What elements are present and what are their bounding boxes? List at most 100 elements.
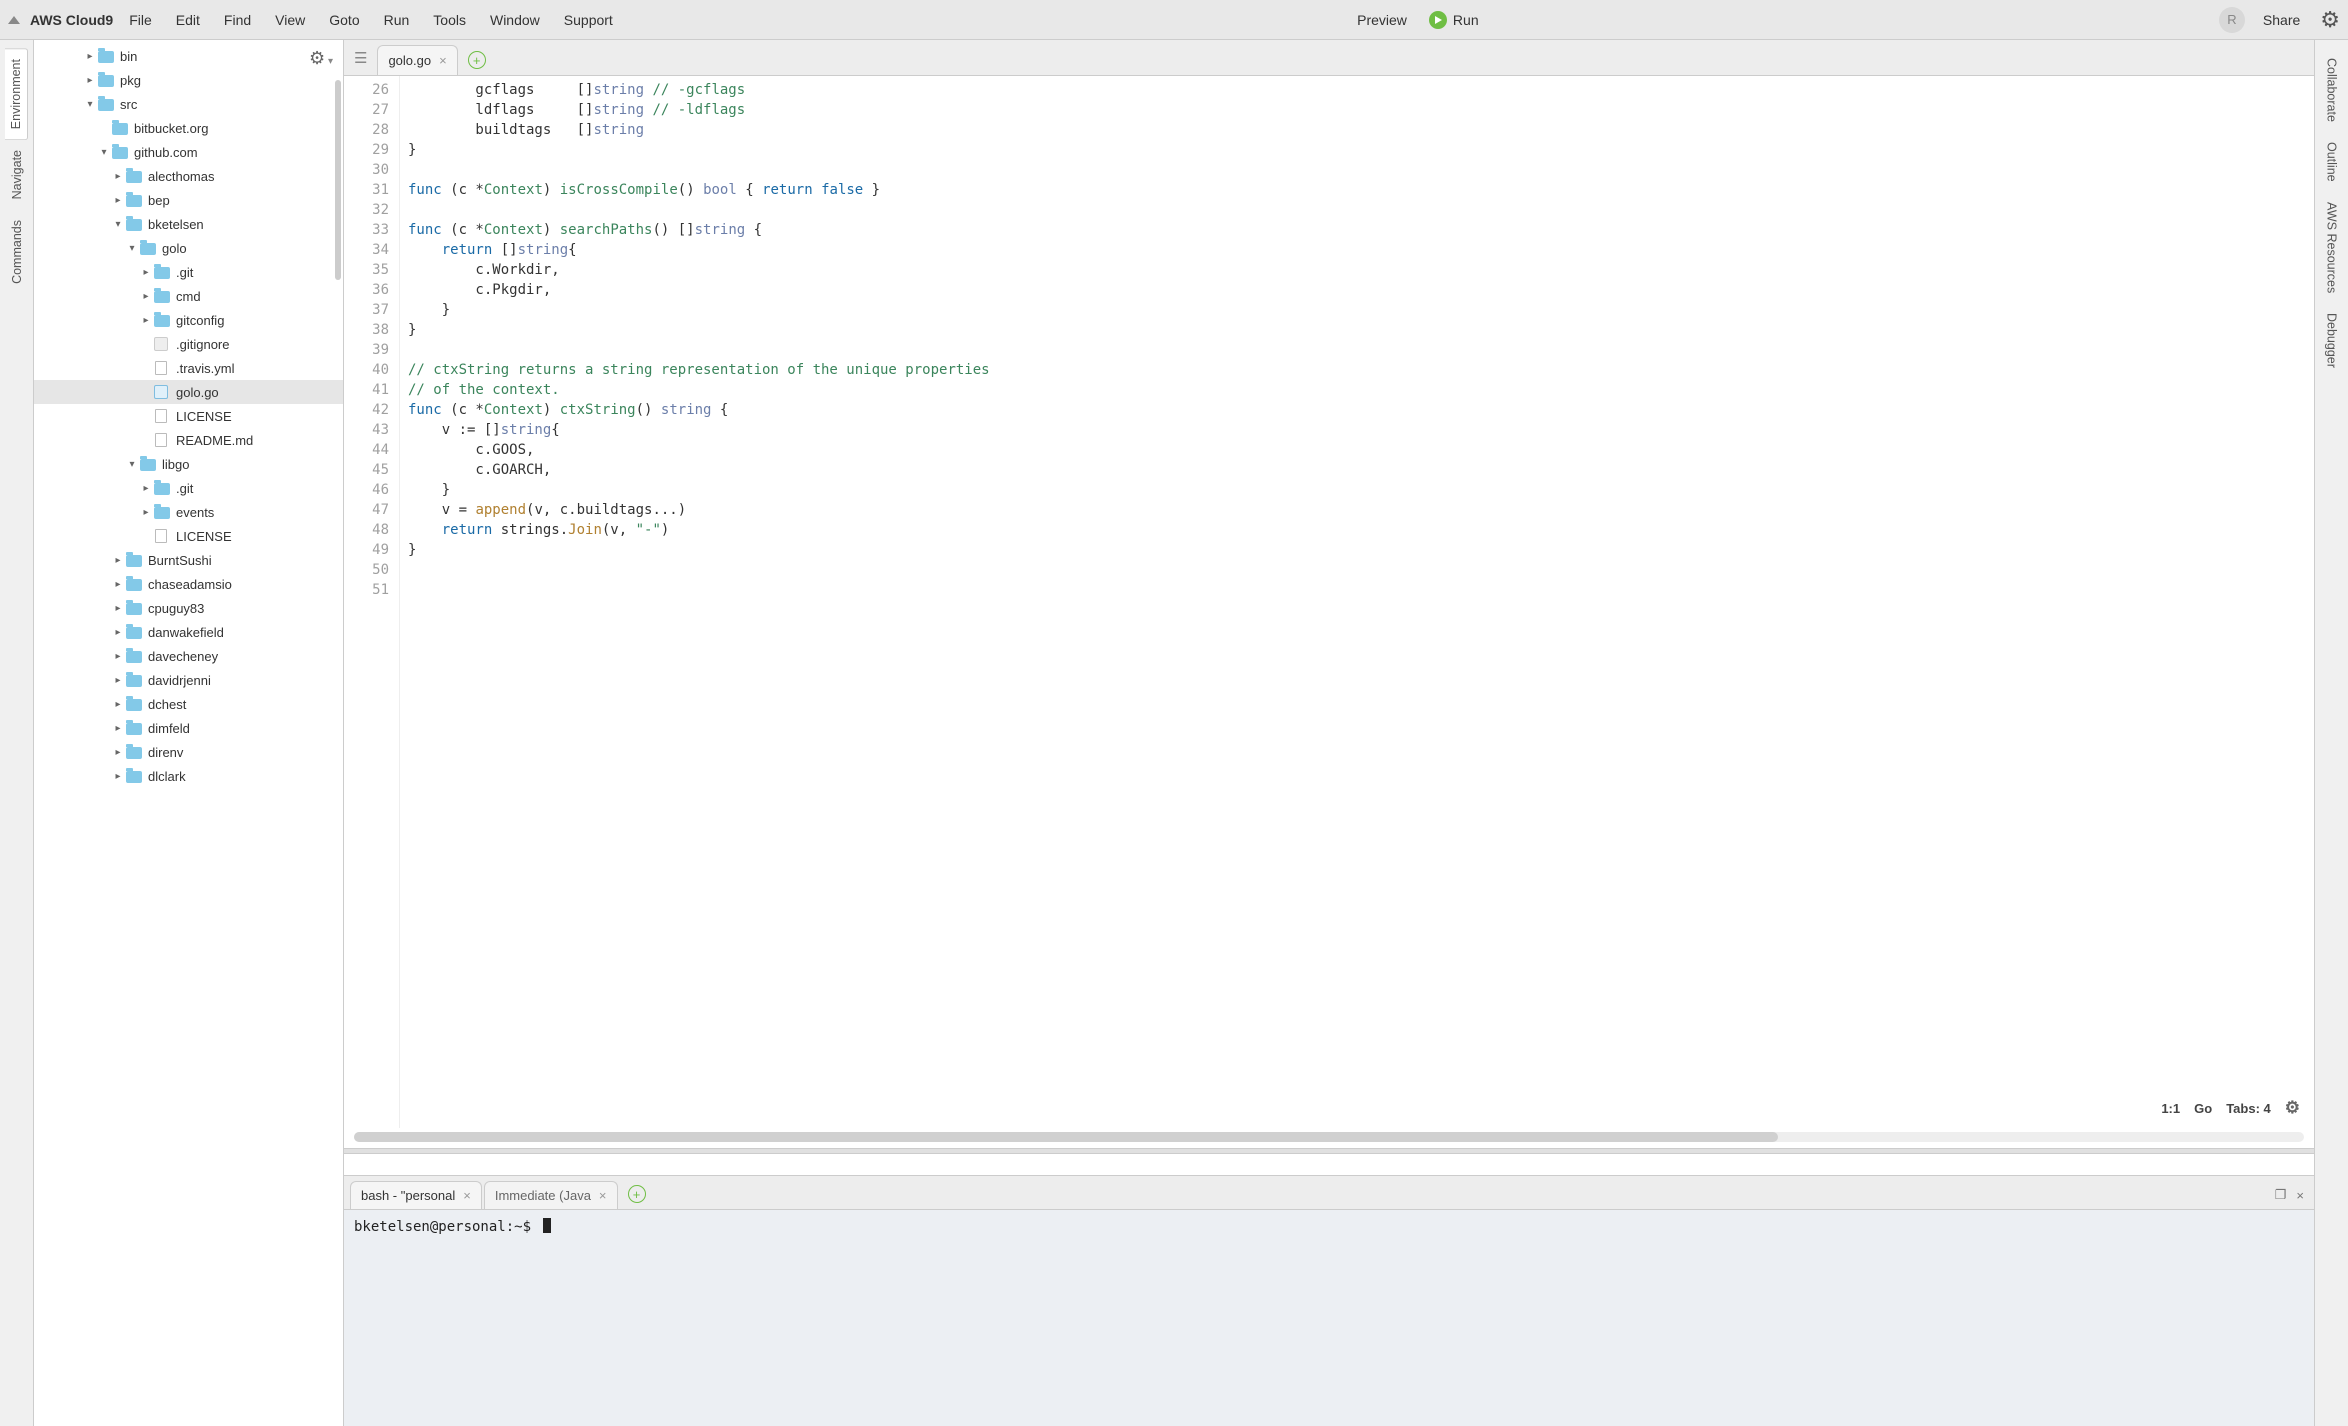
chevron-right-icon[interactable]: ▸ (112, 579, 124, 590)
collapse-toggle-icon[interactable] (8, 16, 20, 24)
terminal-body[interactable]: bketelsen@personal:~$ (344, 1210, 2314, 1426)
tree-row[interactable]: ▾libgo (34, 452, 343, 476)
settings-gear-icon[interactable]: ⚙ (2320, 7, 2340, 33)
close-icon[interactable]: × (463, 1188, 471, 1203)
duplicate-terminal-icon[interactable]: ❐ (2275, 1187, 2287, 1203)
tree-row[interactable]: ▸alecthomas (34, 164, 343, 188)
chevron-down-icon[interactable]: ▾ (126, 459, 138, 470)
tree-row[interactable]: .travis.yml (34, 356, 343, 380)
editor-horizontal-scrollbar[interactable] (354, 1132, 2304, 1142)
tree-row[interactable]: ▸dimfeld (34, 716, 343, 740)
tree-row[interactable]: README.md (34, 428, 343, 452)
code-area[interactable]: gcflags []string // -gcflags ldflags []s… (400, 76, 2314, 1128)
tree-row[interactable]: ▸davecheney (34, 644, 343, 668)
brand: AWS Cloud9 (30, 12, 113, 28)
editor-tab-golo[interactable]: golo.go × (377, 45, 457, 75)
preview-menu[interactable]: Preview (1345, 8, 1419, 32)
menu-find[interactable]: Find (214, 8, 261, 32)
tree-row[interactable]: ▸davidrjenni (34, 668, 343, 692)
chevron-right-icon[interactable]: ▸ (140, 483, 152, 494)
tree-row[interactable]: bitbucket.org (34, 116, 343, 140)
chevron-right-icon[interactable]: ▸ (112, 771, 124, 782)
left-rail-commands[interactable]: Commands (6, 210, 28, 294)
menu-window[interactable]: Window (480, 8, 550, 32)
tree-row[interactable]: LICENSE (34, 524, 343, 548)
chevron-right-icon[interactable]: ▸ (112, 603, 124, 614)
menu-support[interactable]: Support (554, 8, 623, 32)
tree-row[interactable]: LICENSE (34, 404, 343, 428)
menu-file[interactable]: File (119, 8, 162, 32)
tree-row[interactable]: ▸BurntSushi (34, 548, 343, 572)
chevron-right-icon[interactable]: ▸ (140, 291, 152, 302)
terminal-tab[interactable]: bash - "personal× (350, 1181, 482, 1209)
chevron-right-icon[interactable]: ▸ (140, 267, 152, 278)
chevron-down-icon[interactable]: ▾ (98, 147, 110, 158)
share-button[interactable]: Share (2253, 8, 2310, 32)
left-rail-navigate[interactable]: Navigate (6, 140, 28, 209)
chevron-down-icon[interactable]: ▾ (126, 243, 138, 254)
left-rail-environment[interactable]: Environment (5, 48, 28, 140)
chevron-right-icon[interactable]: ▸ (112, 675, 124, 686)
chevron-right-icon[interactable]: ▸ (112, 699, 124, 710)
close-icon[interactable]: × (439, 53, 447, 68)
right-rail-aws-resources[interactable]: AWS Resources (2321, 192, 2343, 303)
chevron-right-icon[interactable]: ▸ (112, 627, 124, 638)
chevron-right-icon[interactable]: ▸ (112, 555, 124, 566)
scrollbar-thumb[interactable] (354, 1132, 1778, 1142)
menu-run[interactable]: Run (374, 8, 420, 32)
code-editor[interactable]: 2627282930313233343536373839404142434445… (344, 76, 2314, 1128)
tree-row[interactable]: ▸cmd (34, 284, 343, 308)
chevron-right-icon[interactable]: ▸ (112, 651, 124, 662)
chevron-right-icon[interactable]: ▸ (112, 171, 124, 182)
tree-row[interactable]: ▸danwakefield (34, 620, 343, 644)
run-button[interactable]: Run (1419, 7, 1489, 33)
language-mode[interactable]: Go (2194, 1101, 2212, 1116)
chevron-right-icon[interactable]: ▸ (140, 507, 152, 518)
pane-menu-icon[interactable]: ☰ (354, 49, 367, 67)
tree-row[interactable]: ▸dlclark (34, 764, 343, 788)
tree-settings-gear-icon[interactable]: ⚙ (309, 48, 333, 69)
chevron-right-icon[interactable]: ▸ (84, 75, 96, 86)
tree-row[interactable]: .gitignore (34, 332, 343, 356)
tree-row[interactable]: ▸bep (34, 188, 343, 212)
tab-size[interactable]: Tabs: 4 (2226, 1101, 2271, 1116)
tree-row[interactable]: ▸cpuguy83 (34, 596, 343, 620)
menu-edit[interactable]: Edit (166, 8, 210, 32)
tree-row[interactable]: ▾github.com (34, 140, 343, 164)
chevron-right-icon[interactable]: ▸ (112, 723, 124, 734)
tree-row[interactable]: ▸direnv (34, 740, 343, 764)
tree-row[interactable]: golo.go (34, 380, 343, 404)
terminal-tab[interactable]: Immediate (Java× (484, 1181, 618, 1209)
tree-row[interactable]: ▸.git (34, 476, 343, 500)
tree-row[interactable]: ▸bin (34, 44, 343, 68)
tree-row[interactable]: ▾golo (34, 236, 343, 260)
new-tab-button[interactable]: + (468, 51, 486, 69)
close-icon[interactable]: × (599, 1188, 607, 1203)
editor-settings-gear-icon[interactable]: ⚙ (2285, 1098, 2300, 1118)
tree-row[interactable]: ▸dchest (34, 692, 343, 716)
chevron-down-icon[interactable]: ▾ (84, 99, 96, 110)
tree-row[interactable]: ▾bketelsen (34, 212, 343, 236)
new-terminal-button[interactable]: + (628, 1185, 646, 1203)
tree-row[interactable]: ▸events (34, 500, 343, 524)
right-rail-collaborate[interactable]: Collaborate (2321, 48, 2343, 132)
chevron-right-icon[interactable]: ▸ (84, 51, 96, 62)
right-rail-debugger[interactable]: Debugger (2321, 303, 2343, 378)
avatar[interactable]: R (2219, 7, 2245, 33)
chevron-right-icon[interactable]: ▸ (140, 315, 152, 326)
tree-row[interactable]: ▸pkg (34, 68, 343, 92)
close-terminal-icon[interactable]: × (2296, 1188, 2304, 1203)
tree-row[interactable]: ▾src (34, 92, 343, 116)
menu-goto[interactable]: Goto (319, 8, 369, 32)
chevron-down-icon[interactable]: ▾ (112, 219, 124, 230)
tree-row[interactable]: ▸gitconfig (34, 308, 343, 332)
code-line: // of the context. (408, 380, 2314, 400)
tree-row[interactable]: ▸chaseadamsio (34, 572, 343, 596)
tree-scrollbar[interactable] (335, 80, 341, 280)
menu-tools[interactable]: Tools (423, 8, 476, 32)
tree-row[interactable]: ▸.git (34, 260, 343, 284)
right-rail-outline[interactable]: Outline (2321, 132, 2343, 192)
menu-view[interactable]: View (265, 8, 315, 32)
chevron-right-icon[interactable]: ▸ (112, 747, 124, 758)
chevron-right-icon[interactable]: ▸ (112, 195, 124, 206)
